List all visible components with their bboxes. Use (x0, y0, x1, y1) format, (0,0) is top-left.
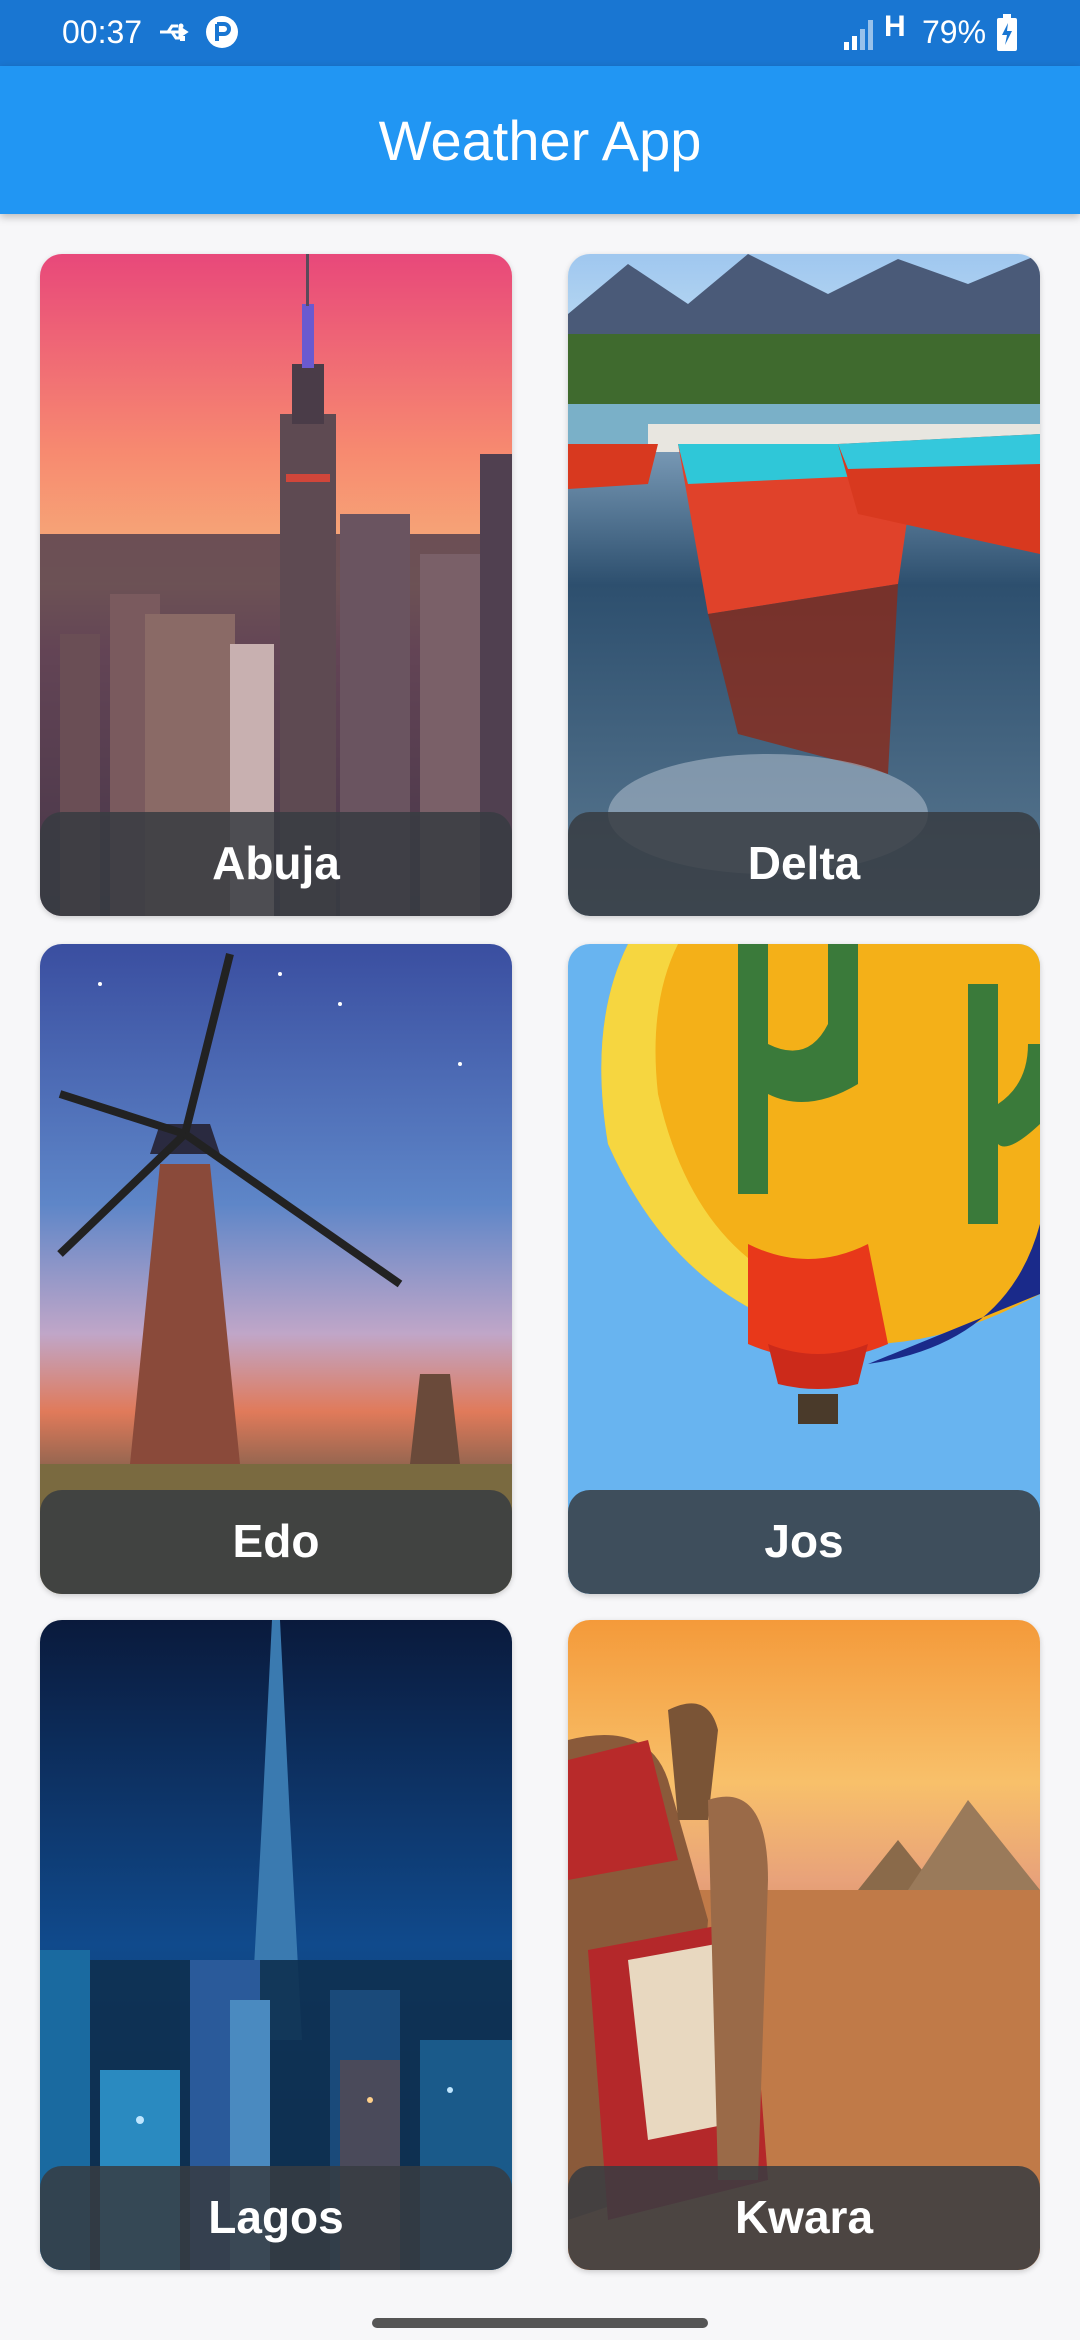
city-name: Edo (232, 1515, 320, 1567)
city-card-abuja[interactable]: Abuja (40, 254, 512, 916)
battery-charging-icon (997, 14, 1017, 51)
city-card-lagos[interactable]: Lagos (40, 1620, 512, 2270)
status-time: 00:37 (62, 14, 143, 50)
city-label-bar: Abuja (40, 812, 512, 916)
signal-icon (844, 20, 873, 50)
network-h-icon: H (884, 10, 906, 43)
city-name: Delta (747, 837, 861, 889)
city-label-bar: Jos (568, 1490, 1040, 1594)
city-name: Lagos (208, 2191, 344, 2243)
usb-icon (160, 23, 189, 41)
navigation-bar (0, 2298, 1080, 2340)
city-name: Kwara (734, 2191, 874, 2243)
city-name: Jos (764, 1515, 844, 1567)
app-notification-icon (206, 16, 238, 48)
page-title: Weather App (378, 109, 702, 172)
battery-percent: 79% (922, 14, 987, 50)
city-card-jos[interactable]: Jos (568, 944, 1040, 1594)
city-label-bar: Delta (568, 812, 1040, 916)
app-bar: Weather App (0, 66, 1080, 214)
home-gesture-handle[interactable] (372, 2318, 708, 2328)
status-bar: 00:37 H 79% (0, 0, 1080, 66)
city-card-delta[interactable]: Delta (568, 254, 1040, 916)
city-name: Abuja (212, 837, 340, 889)
city-label-bar: Kwara (568, 2166, 1040, 2270)
city-card-kwara[interactable]: Kwara (568, 1620, 1040, 2270)
city-label-bar: Edo (40, 1490, 512, 1594)
city-label-bar: Lagos (40, 2166, 512, 2270)
city-card-edo[interactable]: Edo (40, 944, 512, 1594)
